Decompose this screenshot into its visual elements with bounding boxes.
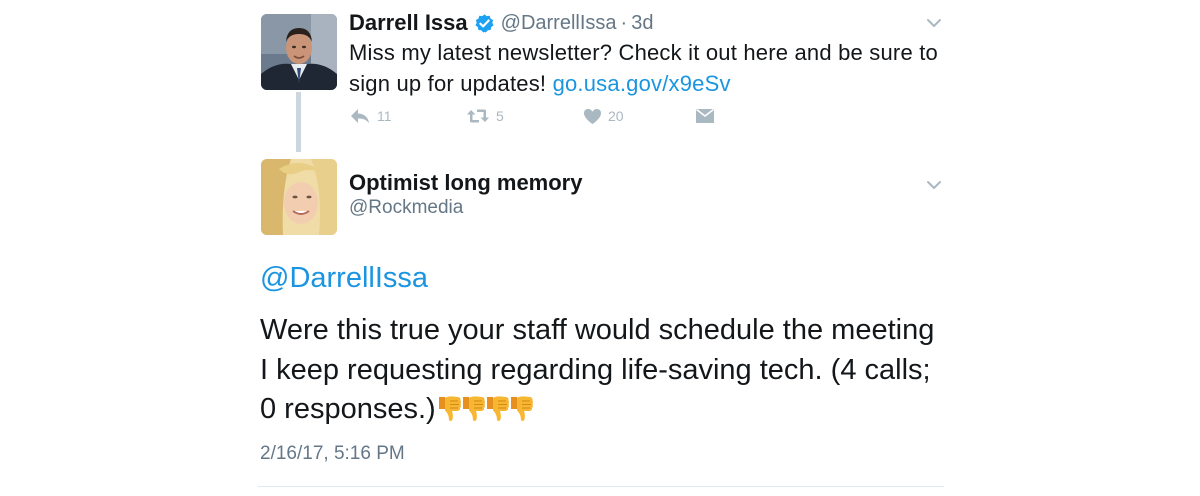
header-separator: · <box>620 11 628 34</box>
avatar-photo <box>261 14 337 90</box>
thumbs-down-icon <box>508 395 534 423</box>
parent-timestamp[interactable]: 3d <box>631 12 653 35</box>
reply-count: 11 <box>377 108 392 124</box>
reply-display-name[interactable]: Optimist long memory <box>349 170 582 196</box>
chevron-down-icon[interactable] <box>926 18 942 28</box>
parent-display-name[interactable]: Darrell Issa <box>349 10 468 36</box>
tweet-detail-view: Darrell Issa @DarrellIssa · 3d Miss my l… <box>0 0 1200 496</box>
parent-tweet-actions: 11 5 20 <box>349 104 729 128</box>
avatar-photo <box>261 159 337 235</box>
reply-screen-name[interactable]: @Rockmedia <box>349 197 463 219</box>
reply-tweet-text: Were this true your staff would schedule… <box>260 311 940 435</box>
reply-tweet-avatar[interactable] <box>261 159 337 235</box>
envelope-icon <box>696 109 714 123</box>
parent-tweet-text: Miss my latest newsletter? Check it out … <box>349 37 969 99</box>
divider <box>258 486 944 487</box>
thumbs-down-icon <box>436 395 462 423</box>
retweet-button[interactable]: 5 <box>466 104 504 128</box>
retweet-icon <box>467 109 489 123</box>
thumbs-down-icon <box>460 395 486 423</box>
parent-tweet-header: Darrell Issa @DarrellIssa · 3d <box>349 8 653 38</box>
retweet-count: 5 <box>496 108 504 124</box>
emoji-row <box>436 395 534 435</box>
reply-icon <box>351 109 369 123</box>
newsletter-link[interactable]: go.usa.gov/x9eSv <box>553 71 731 96</box>
reply-timestamp[interactable]: 2/16/17, 5:16 PM <box>260 443 405 465</box>
parent-screen-name[interactable]: @DarrellIssa <box>501 12 617 35</box>
thumbs-down-icon <box>484 395 510 423</box>
reply-mention-link[interactable]: @DarrellIssa <box>260 262 428 295</box>
direct-message-button[interactable] <box>696 104 714 128</box>
conversation-thread-line <box>296 92 301 152</box>
chevron-down-icon[interactable] <box>926 180 942 190</box>
like-count: 20 <box>608 108 624 124</box>
heart-icon <box>584 108 601 124</box>
parent-tweet-avatar[interactable] <box>261 14 337 90</box>
like-button[interactable]: 20 <box>583 104 624 128</box>
reply-button[interactable]: 11 <box>349 104 392 128</box>
reply-body-text: Were this true your staff would schedule… <box>260 314 935 425</box>
verified-badge-icon <box>474 13 495 34</box>
